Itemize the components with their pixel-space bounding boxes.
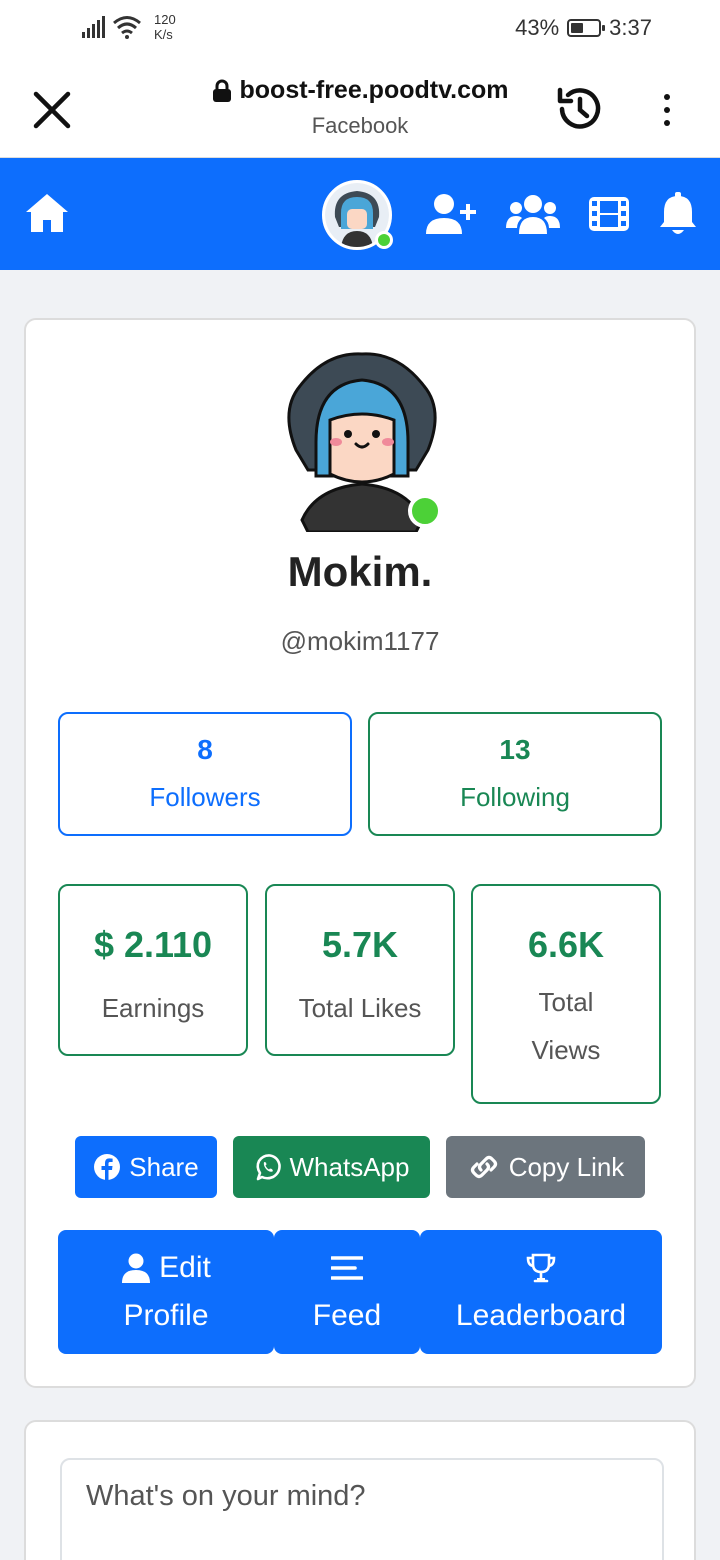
user-icon [122,1253,151,1283]
earnings-value: $ 2.110 [93,924,213,965]
address-bar[interactable]: boost-free.poodtv.com Facebook [160,76,560,139]
friends-icon[interactable] [506,192,560,236]
profile-handle: @mokim1177 [280,626,440,656]
following-label: Following [460,782,570,812]
battery-icon [567,19,606,37]
trophy-icon [526,1253,556,1283]
profile-name: Mokim. [287,548,433,595]
online-indicator [375,231,393,249]
video-icon[interactable] [588,192,630,236]
net-speed-unit: K/s [154,27,173,42]
browser-toolbar: boost-free.poodtv.com Facebook [0,56,720,158]
following-count: 13 [499,734,531,765]
likes-value: 5.7K [321,924,399,965]
status-left: 120 K/s [82,12,176,42]
signal-icon [82,16,105,38]
whatsapp-icon [255,1154,281,1181]
copy-link-label: Copy Link [508,1151,625,1182]
clock: 3:37 [609,15,652,40]
likes-label: Total Likes [298,993,422,1023]
history-icon[interactable] [552,82,606,136]
edit-label-line2: Profile [123,1299,209,1332]
url-text: boost-free.poodtv.com [239,76,509,104]
share-label: Share [129,1151,199,1182]
feed-button[interactable]: Feed [274,1230,420,1354]
facebook-icon [94,1154,121,1181]
whatsapp-label: WhatsApp [289,1151,410,1182]
leaderboard-label: Leaderboard [455,1299,627,1332]
views-label-line2: Views [531,1035,601,1065]
online-indicator [408,494,442,528]
composer-card: What's on your mind? [24,1420,696,1560]
share-whatsapp-button[interactable]: WhatsApp [233,1136,430,1198]
list-icon [331,1256,363,1280]
followers-count: 8 [197,734,213,765]
earnings-label: Earnings [101,993,205,1023]
likes-box: 5.7K Total Likes [265,884,455,1056]
followers-box[interactable]: 8 Followers [58,712,352,836]
home-icon[interactable] [24,192,70,234]
top-nav [0,158,720,270]
views-value: 6.6K [527,924,605,965]
more-menu-icon[interactable] [652,88,682,132]
copy-link-button[interactable]: Copy Link [446,1136,645,1198]
leaderboard-button[interactable]: Leaderboard [420,1230,662,1354]
add-friend-icon[interactable] [424,192,478,236]
net-speed: 120 K/s [154,12,176,42]
net-speed-value: 120 [154,12,176,27]
share-facebook-button[interactable]: Share [75,1136,217,1198]
close-icon[interactable] [30,88,74,132]
status-right: 43% 3:37 [515,15,652,41]
lock-icon [212,79,231,102]
battery-percent: 43% [515,15,560,40]
feed-label: Feed [312,1299,382,1332]
views-label: Total Views [473,978,659,1074]
views-label-line1: Total [538,987,594,1017]
bell-icon[interactable] [658,192,698,236]
views-box: 6.6K Total Views [471,884,661,1104]
edit-label-line1: Edit [159,1251,211,1284]
wifi-icon [113,16,141,39]
link-icon [470,1155,497,1179]
post-input[interactable]: What's on your mind? [60,1458,664,1560]
profile-avatar [276,350,448,534]
status-bar: 120 K/s 43% 3:37 [0,0,720,56]
followers-label: Followers [149,782,261,812]
profile-card: Mokim. @mokim1177 8 Followers 13 Followi… [24,318,696,1388]
following-box[interactable]: 13 Following [368,712,662,836]
earnings-box: $ 2.110 Earnings [58,884,248,1056]
page-title: Facebook [311,113,409,138]
edit-profile-button[interactable]: Edit Profile [58,1230,274,1354]
nav-avatar[interactable] [322,180,393,250]
